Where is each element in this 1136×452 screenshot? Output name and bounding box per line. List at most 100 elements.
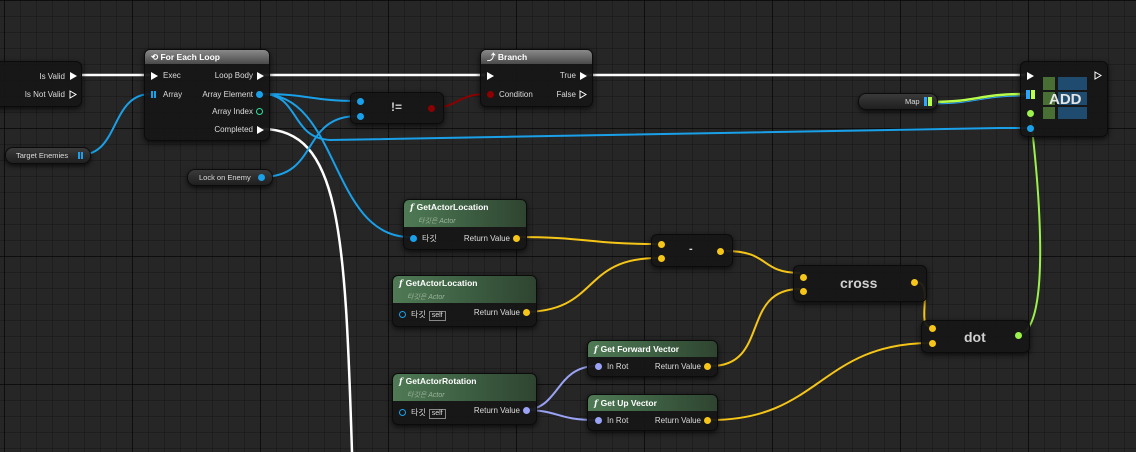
dot-b-pin[interactable]: [929, 340, 936, 347]
array-icon[interactable]: [78, 152, 85, 159]
loop-completed-exec-pin[interactable]: [257, 126, 264, 134]
subtract-result-pin[interactable]: [717, 248, 724, 255]
add-exec-in-pin[interactable]: [1027, 72, 1034, 80]
get-actor-location-1-return-label: Return Value: [463, 234, 510, 243]
get-actor-location-1-header: f GetActorLocation 타깃은 Actor: [404, 200, 526, 227]
get-actor-location-2-header: f GetActorLocation 타깃은 Actor: [393, 276, 536, 303]
loop-array-index-pin[interactable]: [256, 108, 263, 115]
branch-false-label: False: [556, 90, 576, 99]
subtract-node[interactable]: -: [651, 234, 733, 267]
function-icon: f: [594, 399, 598, 409]
vector-wire-loc2-to-sub: [522, 257, 659, 313]
add-title: ADD: [1049, 91, 1082, 108]
get-actor-location-1-target-label: 타깃: [422, 234, 437, 243]
function-icon: f: [399, 279, 403, 289]
not-equal-symbol: !=: [391, 100, 403, 114]
target-text: 타깃: [411, 408, 426, 417]
cross-node[interactable]: cross: [793, 265, 927, 302]
float-wire-dot-to-add: [1016, 111, 1042, 336]
cross-b-pin[interactable]: [800, 288, 807, 295]
lock-on-enemy-pin[interactable]: [258, 174, 265, 181]
get-actor-location-node-1[interactable]: f GetActorLocation 타깃은 Actor 타깃 Return Val…: [403, 199, 527, 250]
dot-a-pin[interactable]: [929, 325, 936, 332]
loop-array-element-pin[interactable]: [256, 91, 263, 98]
get-up-vector-header: f Get Up Vector: [588, 395, 717, 411]
get-actor-rotation-return-label: Return Value: [473, 406, 520, 415]
not-equal-b-pin[interactable]: [357, 113, 364, 120]
get-actor-location-2-return-label: Return Value: [473, 308, 520, 317]
get-actor-rotation-title: GetActorRotation: [405, 376, 477, 386]
get-up-vector-node[interactable]: f Get Up Vector In Rot Return Value: [587, 394, 718, 431]
is-valid-exec-pin[interactable]: [70, 72, 77, 80]
cross-result-pin[interactable]: [911, 279, 918, 286]
get-actor-location-2-target-pin[interactable]: [399, 311, 406, 318]
vector-wire-loc1-to-sub: [514, 236, 659, 245]
function-icon: f: [594, 345, 598, 355]
vector-wire-up-to-dot: [710, 342, 932, 421]
self-box[interactable]: self: [428, 311, 446, 321]
for-each-loop-title: For Each Loop: [160, 52, 220, 62]
target-enemies-label: Target Enemies: [16, 151, 69, 160]
subtract-symbol: -: [689, 243, 693, 255]
get-actor-location-1-return-pin[interactable]: [513, 235, 520, 242]
map-add-node[interactable]: ADD: [1020, 61, 1108, 137]
loop-exec-label: Exec: [163, 71, 181, 80]
is-not-valid-label: Is Not Valid: [24, 90, 65, 99]
loop-exec-in-pin[interactable]: [151, 72, 158, 80]
dot-node[interactable]: dot: [921, 320, 1030, 353]
add-target-map-pin[interactable]: [1026, 90, 1035, 99]
get-forward-vector-return-pin[interactable]: [704, 363, 711, 370]
self-box[interactable]: self: [428, 409, 446, 419]
add-key-pin[interactable]: [1027, 125, 1034, 132]
target-enemies-variable[interactable]: Target Enemies: [5, 147, 91, 164]
branch-true-label: True: [559, 71, 576, 80]
branch-title: Branch: [497, 52, 528, 62]
get-up-vector-in-pin[interactable]: [595, 417, 602, 424]
get-actor-location-1-target-pin[interactable]: [410, 235, 417, 242]
get-forward-vector-in-label: In Rot: [607, 362, 629, 371]
get-actor-location-2-return-pin[interactable]: [523, 309, 530, 316]
get-up-vector-return-pin[interactable]: [704, 417, 711, 424]
loop-body-exec-pin[interactable]: [257, 72, 264, 80]
branch-icon: ⤴: [487, 52, 498, 62]
map-icon[interactable]: [924, 97, 932, 106]
get-actor-location-2-subtitle: 타깃은 Actor: [407, 294, 445, 301]
branch-condition-pin[interactable]: [487, 91, 494, 98]
get-actor-rotation-node[interactable]: f GetActorRotation 타깃은 Actor 타깃 self Return…: [392, 373, 537, 425]
branch-exec-in-pin[interactable]: [487, 72, 494, 80]
loop-completed-label: Completed: [214, 125, 253, 134]
branch-false-exec-pin[interactable]: [579, 90, 587, 99]
cross-a-pin[interactable]: [800, 274, 807, 281]
dot-result-pin[interactable]: [1015, 332, 1022, 339]
subtract-b-pin[interactable]: [658, 255, 665, 262]
branch-node[interactable]: ⤴ Branch Condition True False: [480, 49, 593, 107]
is-valid-node[interactable]: Is Valid Is Not Valid: [0, 61, 82, 107]
blueprint-graph-canvas[interactable]: Is Valid Is Not Valid Target Enemies ⟲ F…: [0, 0, 1136, 452]
add-exec-out-pin[interactable]: [1094, 71, 1102, 80]
get-actor-location-node-2[interactable]: f GetActorLocation 타깃은 Actor 타깃 self Return…: [392, 275, 537, 327]
add-value-pin[interactable]: [1027, 110, 1034, 117]
get-forward-vector-header: f Get Forward Vector: [588, 341, 717, 357]
function-icon: f: [399, 377, 403, 387]
branch-true-exec-pin[interactable]: [580, 72, 587, 80]
get-forward-vector-node[interactable]: f Get Forward Vector In Rot Return Value: [587, 340, 718, 377]
map-variable[interactable]: Map: [858, 93, 938, 110]
lock-on-enemy-variable[interactable]: Lock on Enemy: [187, 169, 273, 186]
get-actor-rotation-target-label: 타깃 self: [411, 408, 446, 419]
branch-header: ⤴ Branch: [481, 50, 592, 64]
for-each-loop-node[interactable]: ⟲ For Each Loop Exec Array Loop Body Arr…: [144, 49, 270, 141]
branch-condition-label: Condition: [499, 90, 533, 99]
get-forward-vector-in-pin[interactable]: [595, 363, 602, 370]
not-equal-result-pin[interactable]: [428, 105, 435, 112]
get-actor-location-1-title: GetActorLocation: [416, 202, 489, 212]
not-equal-node[interactable]: !=: [350, 92, 444, 124]
get-up-vector-return-label: Return Value: [654, 416, 701, 425]
subtract-a-pin[interactable]: [658, 241, 665, 248]
get-actor-rotation-target-pin[interactable]: [399, 409, 406, 416]
get-actor-location-2-title: GetActorLocation: [405, 278, 478, 288]
get-actor-rotation-return-pin[interactable]: [523, 407, 530, 414]
not-equal-a-pin[interactable]: [357, 98, 364, 105]
loop-array-pin[interactable]: [151, 91, 158, 98]
vector-wire-fwd-to-cross: [710, 288, 801, 367]
is-not-valid-exec-pin[interactable]: [69, 90, 77, 99]
